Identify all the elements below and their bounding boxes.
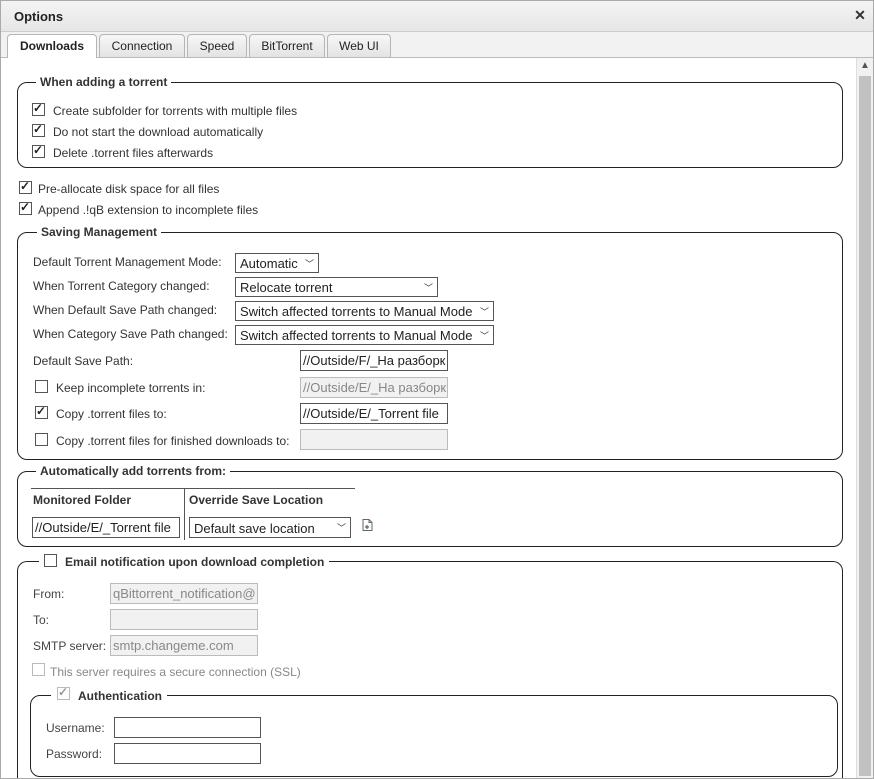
copy-finished-input[interactable] — [300, 429, 448, 450]
dialog-title: Options — [14, 9, 64, 24]
authentication-checkbox[interactable] — [57, 685, 70, 700]
category-path-changed-label: When Category Save Path changed: — [33, 327, 228, 341]
monitored-folder-header: Monitored Folder — [33, 493, 131, 507]
username-label: Username: — [46, 721, 105, 735]
copy-torrent-checkbox[interactable] — [35, 404, 48, 419]
mode-value: Automatic — [240, 256, 298, 271]
scroll-up-icon[interactable]: ▲ — [857, 58, 873, 74]
downloads-panel: When adding a torrent Create subfolder f… — [1, 58, 857, 778]
to-input[interactable] — [110, 609, 258, 630]
table-header-top-border — [31, 488, 355, 489]
monitored-folder-input[interactable]: //Outside/E/_Torrent file — [32, 517, 180, 538]
add-folder-icon[interactable] — [362, 519, 373, 531]
keep-incomplete-input[interactable]: //Outside/E/_На разборк — [300, 377, 448, 398]
preallocate-checkbox[interactable] — [19, 179, 32, 194]
ssl-label: This server requires a secure connection… — [50, 665, 301, 679]
category-changed-value: Relocate torrent — [240, 280, 333, 295]
keep-incomplete-checkbox[interactable] — [35, 380, 48, 393]
override-location-select[interactable]: Default save location ﹀ — [189, 517, 351, 538]
password-input[interactable] — [114, 743, 261, 764]
mode-label: Default Torrent Management Mode: — [33, 255, 222, 269]
mode-select[interactable]: Automatic ﹀ — [235, 253, 319, 273]
scrollbar-thumb[interactable] — [859, 76, 871, 776]
subfolder-label: Create subfolder for torrents with multi… — [53, 104, 298, 118]
copy-finished-label: Copy .torrent files for finished downloa… — [56, 434, 290, 448]
column-divider — [184, 488, 185, 540]
keep-incomplete-label: Keep incomplete torrents in: — [56, 381, 206, 395]
no-start-checkbox[interactable] — [32, 122, 45, 137]
delete-torrent-label: Delete .torrent files afterwards — [53, 146, 214, 160]
tab-webui[interactable]: Web UI — [327, 34, 391, 57]
preallocate-label: Pre-allocate disk space for all files — [38, 182, 220, 196]
category-path-changed-value: Switch affected torrents to Manual Mode — [240, 328, 473, 343]
email-checkbox[interactable] — [44, 554, 57, 567]
from-input[interactable]: qBittorrent_notification@ — [110, 583, 258, 604]
tab-connection[interactable]: Connection — [99, 34, 185, 57]
default-path-changed-select[interactable]: Switch affected torrents to Manual Mode ﹀ — [235, 301, 494, 321]
vertical-scrollbar[interactable]: ▲ — [856, 58, 873, 778]
from-label: From: — [33, 587, 65, 601]
chevron-down-icon: ﹀ — [336, 523, 346, 533]
copy-torrent-label: Copy .torrent files to: — [56, 407, 167, 421]
email-legend: Email notification upon download complet… — [61, 555, 329, 569]
chevron-down-icon: ﹀ — [479, 331, 489, 341]
to-label: To: — [33, 613, 50, 627]
tab-downloads[interactable]: Downloads — [7, 34, 97, 58]
chevron-down-icon: ﹀ — [423, 283, 433, 293]
override-location-value: Default save location — [194, 521, 315, 536]
tab-bar: Downloads Connection Speed BitTorrent We… — [1, 32, 873, 58]
no-start-label: Do not start the download automatically — [53, 125, 264, 139]
save-path-input[interactable]: //Outside/F/_На разборк — [300, 350, 448, 371]
append-ext-checkbox[interactable] — [19, 200, 32, 215]
delete-torrent-checkbox[interactable] — [32, 143, 45, 158]
subfolder-checkbox[interactable] — [32, 101, 45, 116]
override-save-location-header: Override Save Location — [189, 493, 324, 507]
category-changed-label: When Torrent Category changed: — [33, 279, 210, 293]
username-input[interactable] — [114, 717, 261, 738]
append-ext-label: Append .!qB extension to incomplete file… — [38, 203, 259, 217]
tab-speed[interactable]: Speed — [187, 34, 247, 57]
close-icon[interactable]: ✕ — [853, 8, 867, 22]
copy-torrent-input[interactable]: //Outside/E/_Torrent file — [300, 403, 448, 424]
tab-bittorrent[interactable]: BitTorrent — [249, 34, 325, 57]
adding-torrent-legend: When adding a torrent — [36, 75, 172, 89]
category-changed-select[interactable]: Relocate torrent ﹀ — [235, 277, 438, 297]
saving-management-legend: Saving Management — [37, 225, 162, 239]
ssl-checkbox[interactable] — [32, 663, 45, 676]
password-label: Password: — [46, 747, 103, 761]
auto-add-legend: Automatically add torrents from: — [36, 464, 231, 478]
title-bar[interactable]: Options ✕ — [1, 1, 873, 32]
authentication-legend: Authentication — [74, 689, 166, 703]
default-path-changed-value: Switch affected torrents to Manual Mode — [240, 304, 473, 319]
smtp-label: SMTP server: — [33, 639, 107, 653]
save-path-label: Default Save Path: — [33, 354, 134, 368]
chevron-down-icon: ﹀ — [304, 259, 314, 269]
options-dialog: Options ✕ Downloads Connection Speed Bit… — [0, 0, 874, 779]
smtp-input[interactable]: smtp.changeme.com — [110, 635, 258, 656]
chevron-down-icon: ﹀ — [479, 307, 489, 317]
category-path-changed-select[interactable]: Switch affected torrents to Manual Mode ﹀ — [235, 325, 494, 345]
default-path-changed-label: When Default Save Path changed: — [33, 303, 218, 317]
copy-finished-checkbox[interactable] — [35, 433, 48, 446]
